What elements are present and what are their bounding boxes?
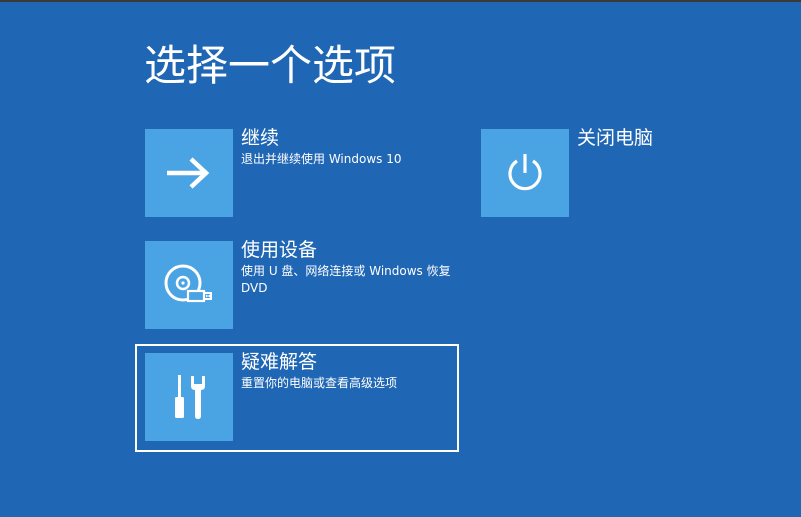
option-continue-description: 退出并继续使用 Windows 10 — [241, 152, 402, 166]
option-use-device-description: 使用 U 盘、网络连接或 Windows 恢复 DVD — [241, 264, 451, 295]
page-title: 选择一个选项 — [144, 41, 397, 90]
option-troubleshoot[interactable]: 疑难解答 重置你的电脑或查看高级选项 — [145, 351, 445, 441]
arrow-right-icon — [167, 157, 210, 189]
tools-icon — [175, 375, 205, 419]
option-use-device[interactable]: 使用设备 使用 U 盘、网络连接或 Windows 恢复 DVD — [145, 239, 451, 329]
option-shutdown[interactable]: 关闭电脑 — [481, 127, 781, 217]
option-continue[interactable]: 继续 退出并继续使用 Windows 10 — [145, 127, 445, 217]
option-use-device-tile[interactable] — [145, 241, 233, 329]
option-use-device-text: 使用设备 使用 U 盘、网络连接或 Windows 恢复 DVD — [241, 237, 451, 297]
disc-usb-icon — [164, 264, 212, 303]
option-continue-text: 继续 退出并继续使用 Windows 10 — [241, 125, 451, 168]
option-troubleshoot-description: 重置你的电脑或查看高级选项 — [241, 376, 398, 390]
option-troubleshoot-text: 疑难解答 重置你的电脑或查看高级选项 — [241, 349, 451, 392]
option-shutdown-tile[interactable] — [481, 129, 569, 217]
power-icon — [508, 154, 542, 191]
window-top-edge — [0, 0, 801, 2]
option-shutdown-text: 关闭电脑 — [577, 125, 787, 151]
option-troubleshoot-tile[interactable] — [145, 353, 233, 441]
option-use-device-title: 使用设备 — [241, 239, 318, 261]
option-shutdown-title: 关闭电脑 — [577, 127, 654, 149]
option-continue-title: 继续 — [241, 127, 280, 149]
option-continue-tile[interactable] — [145, 129, 233, 217]
option-troubleshoot-title: 疑难解答 — [241, 351, 318, 373]
